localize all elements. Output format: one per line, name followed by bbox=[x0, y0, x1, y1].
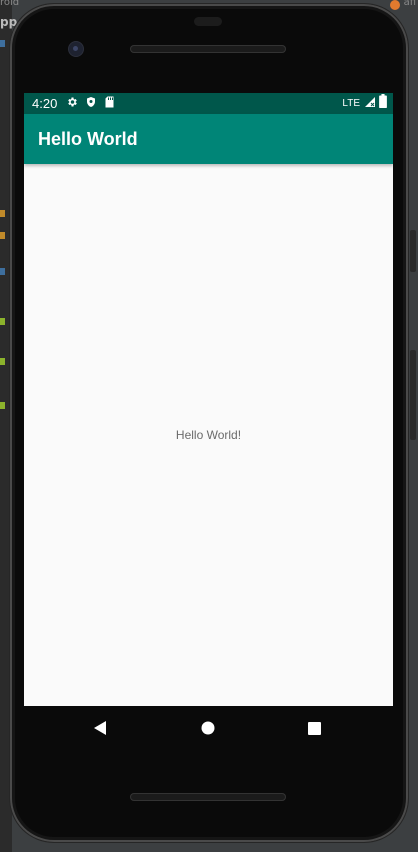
ide-marker bbox=[0, 318, 5, 325]
network-type: LTE bbox=[342, 98, 360, 109]
ide-marker bbox=[0, 268, 5, 275]
shield-icon bbox=[85, 95, 97, 113]
recents-icon bbox=[307, 721, 321, 735]
ide-notification-dot bbox=[390, 0, 400, 10]
back-button[interactable] bbox=[90, 718, 110, 738]
status-icons-left bbox=[66, 95, 115, 113]
navigation-bar bbox=[24, 706, 393, 750]
status-time: 4:20 bbox=[32, 96, 58, 111]
app-toolbar: Hello World bbox=[24, 114, 393, 164]
app-title: Hello World bbox=[38, 129, 138, 149]
ide-marker bbox=[0, 210, 5, 217]
home-button[interactable] bbox=[198, 718, 218, 738]
device-screen: 4:20 LTE Hello World Hello World! bbox=[24, 93, 393, 706]
signal-icon bbox=[364, 95, 376, 113]
ide-marker bbox=[0, 232, 5, 239]
ide-marker bbox=[0, 402, 5, 409]
bottom-speaker bbox=[130, 793, 286, 801]
ide-marker bbox=[0, 358, 5, 365]
volume-button[interactable] bbox=[410, 350, 416, 440]
ide-tab-fragment: roid bbox=[0, 0, 20, 8]
hello-text: Hello World! bbox=[175, 428, 242, 442]
status-icons-right: LTE bbox=[342, 94, 387, 113]
back-icon bbox=[94, 721, 106, 735]
recents-button[interactable] bbox=[304, 718, 324, 738]
status-bar: 4:20 LTE bbox=[24, 93, 393, 114]
settings-icon bbox=[66, 95, 78, 113]
ide-tab-fragment-right: afi bbox=[403, 0, 416, 8]
home-icon bbox=[201, 721, 215, 735]
ide-marker bbox=[0, 40, 5, 47]
power-button[interactable] bbox=[410, 230, 416, 272]
earpiece-sensor bbox=[194, 17, 222, 26]
sd-card-icon bbox=[104, 95, 115, 113]
battery-icon bbox=[379, 94, 387, 113]
front-camera bbox=[69, 42, 83, 56]
top-speaker bbox=[130, 45, 286, 53]
